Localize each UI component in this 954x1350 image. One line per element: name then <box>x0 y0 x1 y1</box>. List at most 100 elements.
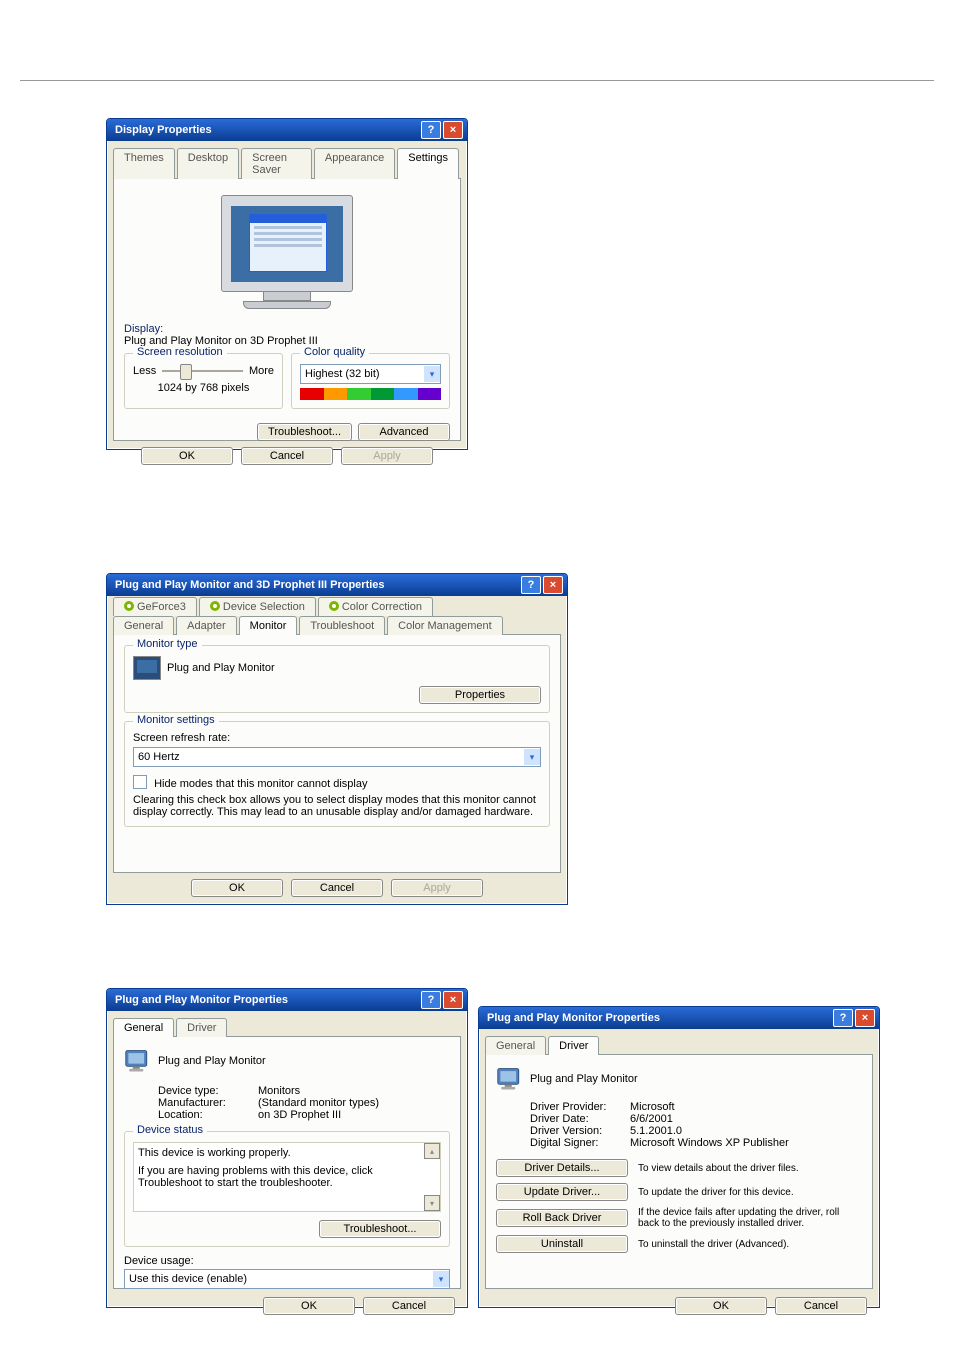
titlebar[interactable]: Display Properties ? × <box>107 119 467 141</box>
hide-modes-label: Hide modes that this monitor cannot disp… <box>154 778 367 790</box>
close-button[interactable]: × <box>443 991 463 1009</box>
digital-signer-label: Digital Signer: <box>530 1137 630 1149</box>
titlebar[interactable]: Plug and Play Monitor Properties ? × <box>479 1007 879 1029</box>
rollback-driver-button[interactable]: Roll Back Driver <box>496 1209 628 1227</box>
color-spectrum-bar <box>300 388 441 400</box>
scroll-up-button[interactable]: ▴ <box>424 1143 440 1159</box>
cancel-button[interactable]: Cancel <box>363 1297 455 1315</box>
color-quality-legend: Color quality <box>300 346 369 358</box>
driver-provider-label: Driver Provider: <box>530 1101 630 1113</box>
tab-color-correction[interactable]: Color Correction <box>318 597 433 616</box>
tab-screen-saver[interactable]: Screen Saver <box>241 148 312 179</box>
help-button[interactable]: ? <box>521 576 541 594</box>
apply-button[interactable]: Apply <box>341 447 433 465</box>
driver-details-button[interactable]: Driver Details... <box>496 1159 628 1177</box>
hide-modes-checkbox[interactable] <box>133 775 147 789</box>
chevron-down-icon[interactable]: ▾ <box>524 749 540 765</box>
update-driver-desc: To update the driver for this device. <box>638 1187 794 1198</box>
title-text: Plug and Play Monitor Properties <box>111 994 419 1006</box>
tab-driver[interactable]: Driver <box>548 1036 599 1055</box>
tab-geforce3[interactable]: GeForce3 <box>113 597 197 616</box>
chevron-down-icon[interactable]: ▾ <box>424 366 440 382</box>
pnp-driver-dialog: Plug and Play Monitor Properties ? × Gen… <box>478 1006 880 1308</box>
cancel-button[interactable]: Cancel <box>291 879 383 897</box>
close-button[interactable]: × <box>443 121 463 139</box>
tabs: General Driver <box>485 1035 873 1055</box>
manufacturer-value: (Standard monitor types) <box>258 1097 379 1109</box>
cancel-button[interactable]: Cancel <box>241 447 333 465</box>
tab-adapter[interactable]: Adapter <box>176 616 237 635</box>
rollback-driver-desc: If the device fails after updating the d… <box>638 1207 862 1229</box>
ok-button[interactable]: OK <box>191 879 283 897</box>
refresh-rate-value: 60 Hertz <box>134 751 524 763</box>
tab-desktop[interactable]: Desktop <box>177 148 239 179</box>
location-value: on 3D Prophet III <box>258 1109 341 1121</box>
driver-date-value: 6/6/2001 <box>630 1113 673 1125</box>
driver-pane: Plug and Play Monitor Driver Provider:Mi… <box>485 1055 873 1289</box>
troubleshoot-button[interactable]: Troubleshoot... <box>257 423 352 441</box>
pnp-general-dialog: Plug and Play Monitor Properties ? × Gen… <box>106 988 468 1308</box>
nvidia-icon <box>124 601 134 611</box>
tabs: General Driver <box>113 1017 461 1037</box>
advanced-button[interactable]: Advanced <box>358 423 450 441</box>
hide-modes-row[interactable]: Hide modes that this monitor cannot disp… <box>133 775 541 790</box>
status-text: This device is working properly. <box>138 1147 436 1159</box>
tabs-row1: GeForce3 Device Selection Color Correcti… <box>113 596 561 615</box>
close-button[interactable]: × <box>543 576 563 594</box>
tab-general[interactable]: General <box>485 1036 546 1055</box>
apply-button[interactable]: Apply <box>391 879 483 897</box>
slider-more: More <box>249 365 274 377</box>
monitor-device-icon <box>124 1047 152 1075</box>
chevron-down-icon[interactable]: ▾ <box>433 1271 449 1287</box>
scroll-down-button[interactable]: ▾ <box>424 1195 440 1211</box>
color-quality-dropdown[interactable]: Highest (32 bit) ▾ <box>300 364 441 384</box>
tab-color-management[interactable]: Color Management <box>387 616 503 635</box>
tab-driver[interactable]: Driver <box>176 1018 227 1037</box>
tab-general[interactable]: General <box>113 1018 174 1037</box>
ok-button[interactable]: OK <box>263 1297 355 1315</box>
tabs-row2: General Adapter Monitor Troubleshoot Col… <box>113 615 561 635</box>
device-name: Plug and Play Monitor <box>158 1055 266 1067</box>
help-button[interactable]: ? <box>421 991 441 1009</box>
device-usage-dropdown[interactable]: Use this device (enable) ▾ <box>124 1269 450 1289</box>
monitor-preview <box>124 189 450 323</box>
help-button[interactable]: ? <box>833 1009 853 1027</box>
device-name: Plug and Play Monitor <box>530 1073 638 1085</box>
titlebar[interactable]: Plug and Play Monitor Properties ? × <box>107 989 467 1011</box>
nvidia-icon <box>329 601 339 611</box>
titlebar[interactable]: Plug and Play Monitor and 3D Prophet III… <box>107 574 567 596</box>
tab-monitor[interactable]: Monitor <box>239 616 298 635</box>
cancel-button[interactable]: Cancel <box>775 1297 867 1315</box>
device-usage-value: Use this device (enable) <box>125 1273 433 1285</box>
settings-pane: Display: Plug and Play Monitor on 3D Pro… <box>113 179 461 441</box>
uninstall-driver-button[interactable]: Uninstall <box>496 1235 628 1253</box>
troubleshoot-button[interactable]: Troubleshoot... <box>319 1220 441 1238</box>
help-button[interactable]: ? <box>421 121 441 139</box>
tab-device-selection[interactable]: Device Selection <box>199 597 316 616</box>
tab-appearance[interactable]: Appearance <box>314 148 395 179</box>
tab-troubleshoot[interactable]: Troubleshoot <box>299 616 385 635</box>
title-text: Plug and Play Monitor Properties <box>483 1012 831 1024</box>
driver-version-label: Driver Version: <box>530 1125 630 1137</box>
slider-thumb[interactable] <box>180 364 192 380</box>
general-pane: Plug and Play Monitor Device type:Monito… <box>113 1037 461 1289</box>
ok-button[interactable]: OK <box>675 1297 767 1315</box>
digital-signer-value: Microsoft Windows XP Publisher <box>630 1137 789 1149</box>
title-text: Plug and Play Monitor and 3D Prophet III… <box>111 579 519 591</box>
ok-button[interactable]: OK <box>141 447 233 465</box>
monitor-name: Plug and Play Monitor <box>167 662 275 674</box>
refresh-rate-dropdown[interactable]: 60 Hertz ▾ <box>133 747 541 767</box>
update-driver-button[interactable]: Update Driver... <box>496 1183 628 1201</box>
tab-general[interactable]: General <box>113 616 174 635</box>
close-button[interactable]: × <box>855 1009 875 1027</box>
properties-button[interactable]: Properties <box>419 686 541 704</box>
status-help-text: If you are having problems with this dev… <box>138 1165 436 1189</box>
resolution-value: 1024 by 768 pixels <box>133 382 274 394</box>
page-header-rule <box>20 80 934 81</box>
uninstall-driver-desc: To uninstall the driver (Advanced). <box>638 1239 789 1250</box>
driver-provider-value: Microsoft <box>630 1101 675 1113</box>
device-type-value: Monitors <box>258 1085 300 1097</box>
tab-settings[interactable]: Settings <box>397 148 459 179</box>
tab-themes[interactable]: Themes <box>113 148 175 179</box>
resolution-slider[interactable]: Less More <box>133 364 274 378</box>
